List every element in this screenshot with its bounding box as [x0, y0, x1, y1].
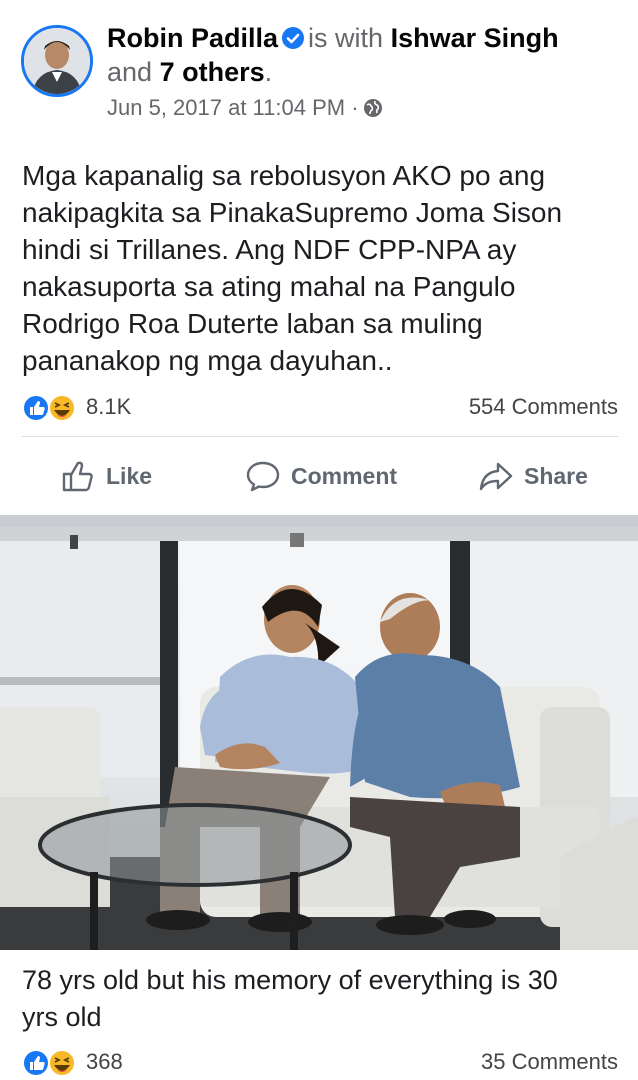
- reaction-count[interactable]: 8.1K: [86, 394, 131, 420]
- globe-icon: [363, 99, 382, 117]
- comment-bubble-icon: [246, 461, 280, 492]
- share-label: Share: [524, 462, 588, 489]
- reaction-icons: [22, 394, 76, 422]
- reactions-summary[interactable]: 8.1K 554 Comments: [22, 392, 618, 424]
- photo-reaction-count[interactable]: 368: [86, 1049, 123, 1075]
- photo-caption: 78 yrs old but his memory of everything …: [22, 965, 558, 1032]
- avatar-image: [24, 28, 90, 94]
- tagged-name[interactable]: Ishwar Singh: [391, 23, 559, 53]
- comment-label: Comment: [291, 462, 398, 489]
- like-reaction-icon: [22, 394, 50, 422]
- period-text: .: [264, 57, 273, 87]
- comments-count[interactable]: 554 Comments: [469, 394, 618, 420]
- comment-button[interactable]: Comment: [245, 456, 397, 496]
- photo-reactions-summary[interactable]: 368 35 Comments: [22, 1047, 618, 1079]
- author-name[interactable]: Robin Padilla: [107, 23, 278, 53]
- like-reaction-icon: [22, 1049, 50, 1077]
- post-photo[interactable]: [0, 527, 638, 950]
- timestamp[interactable]: Jun 5, 2017 at 11:04 PM: [107, 95, 345, 120]
- timestamp-line: Jun 5, 2017 at 11:04 PM ·: [107, 94, 383, 122]
- post-text: Mga kapanalig sa rebolusyon AKO po ang n…: [22, 160, 563, 376]
- with-text: is with: [308, 23, 384, 53]
- verified-icon: [282, 27, 305, 49]
- post-separator: [0, 515, 638, 527]
- post-header: Robin Padilla is with Ishwar Singh and 7 …: [0, 0, 638, 140]
- share-button[interactable]: Share: [478, 456, 588, 496]
- action-bar: Like Comment Share: [0, 450, 638, 502]
- others-link[interactable]: 7 others: [160, 57, 265, 87]
- like-button[interactable]: Like: [60, 456, 152, 496]
- author-line: Robin Padilla is with Ishwar Singh: [107, 22, 627, 54]
- separator: ·: [351, 95, 359, 120]
- photo-comments-count[interactable]: 35 Comments: [481, 1049, 618, 1075]
- and-text: and: [107, 57, 153, 87]
- haha-reaction-icon: [48, 1049, 76, 1077]
- author-line-2: and 7 others.: [107, 56, 272, 88]
- photo-reaction-icons: [22, 1049, 76, 1077]
- share-arrow-icon: [479, 462, 513, 491]
- photo-illustration: [0, 527, 638, 950]
- divider: [22, 436, 618, 437]
- haha-reaction-icon: [48, 394, 76, 422]
- thumbs-up-icon: [62, 461, 93, 492]
- avatar[interactable]: [21, 25, 93, 97]
- like-label: Like: [106, 462, 153, 489]
